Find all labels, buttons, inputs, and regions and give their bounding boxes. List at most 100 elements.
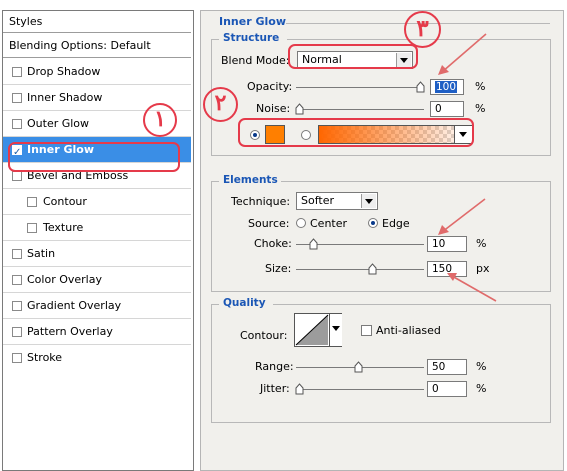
style-item-stroke[interactable]: Stroke <box>3 345 191 371</box>
inner-glow-panel: Inner Glow Structure Blend Mode: Normal … <box>200 10 564 471</box>
style-item-gradient-overlay[interactable]: Gradient Overlay <box>3 293 191 319</box>
range-input[interactable]: 50 <box>427 359 467 375</box>
choke-slider-knob[interactable] <box>309 238 318 250</box>
annotation-arrow-size <box>447 273 497 302</box>
anti-aliased-checkbox[interactable] <box>361 325 372 336</box>
technique-label: Technique: <box>231 195 291 208</box>
noise-unit: % <box>475 102 486 115</box>
style-item-label: Color Overlay <box>27 273 102 286</box>
elements-frame-left <box>211 181 212 291</box>
annotation-badge-2: ٢ <box>203 87 238 122</box>
contour-checkbox[interactable] <box>27 197 37 207</box>
style-item-label: Texture <box>43 221 84 234</box>
jitter-input[interactable]: 0 <box>427 381 467 397</box>
satin-checkbox[interactable] <box>12 249 22 259</box>
quality-title: Quality <box>223 297 266 309</box>
range-label: Range: <box>255 360 294 373</box>
opacity-slider-knob[interactable] <box>416 81 425 93</box>
jitter-unit: % <box>476 382 487 395</box>
style-item-pattern-overlay[interactable]: Pattern Overlay <box>3 319 191 345</box>
size-label: Size: <box>265 262 292 275</box>
style-item-label: Gradient Overlay <box>27 299 122 312</box>
contour-picker[interactable] <box>294 313 342 347</box>
style-item-label: Outer Glow <box>27 117 90 130</box>
jitter-value: 0 <box>432 383 439 395</box>
technique-value: Softer <box>301 194 334 207</box>
quality-frame-top-right <box>273 304 551 305</box>
source-edge-label: Edge <box>382 217 410 230</box>
blend-mode-label: Blend Mode: <box>221 54 290 67</box>
structure-title: Structure <box>223 32 280 44</box>
stroke-checkbox[interactable] <box>12 353 22 363</box>
noise-label: Noise: <box>256 102 291 115</box>
quality-frame-right <box>550 304 551 422</box>
technique-select[interactable]: Softer <box>296 192 378 210</box>
inner-glow-title: Inner Glow <box>219 15 286 28</box>
structure-frame-top-left <box>211 39 219 40</box>
annotation-highlight-blend-mode <box>288 44 418 69</box>
style-item-drop-shadow[interactable]: Drop Shadow <box>3 59 191 85</box>
chevron-down-icon <box>361 194 376 208</box>
blending-options-item[interactable]: Blending Options: Default <box>3 34 191 58</box>
elements-frame-bottom <box>211 291 551 292</box>
range-slider-knob[interactable] <box>354 361 363 373</box>
structure-frame-bottom <box>211 155 551 156</box>
elements-frame-top-right <box>281 181 551 182</box>
choke-label: Choke: <box>254 237 292 250</box>
jitter-slider-knob[interactable] <box>295 383 304 395</box>
annotation-arrow-opacity <box>438 33 487 75</box>
annotation-badge-1: ١ <box>143 103 177 137</box>
style-item-label: Contour <box>43 195 87 208</box>
opacity-unit: % <box>475 80 486 93</box>
anti-aliased-label: Anti-aliased <box>376 324 441 337</box>
styles-panel: Styles Blending Options: Default Drop Sh… <box>2 10 194 471</box>
gradient-overlay-checkbox[interactable] <box>12 301 22 311</box>
contour-curve-icon <box>295 314 329 346</box>
contour-dropdown-button[interactable] <box>329 314 342 346</box>
quality-frame-bottom <box>211 422 551 423</box>
range-unit: % <box>476 360 487 373</box>
annotation-highlight-color-row <box>238 118 474 147</box>
jitter-label: Jitter: <box>260 382 290 395</box>
style-item-label: Stroke <box>27 351 63 364</box>
inner-shadow-checkbox[interactable] <box>12 93 22 103</box>
source-center-label: Center <box>310 217 348 230</box>
contour-label: Contour: <box>240 329 288 342</box>
annotation-arrow-choke <box>438 198 486 235</box>
drop-shadow-checkbox[interactable] <box>12 67 22 77</box>
style-item-color-overlay[interactable]: Color Overlay <box>3 267 191 293</box>
color-overlay-checkbox[interactable] <box>12 275 22 285</box>
outer-glow-checkbox[interactable] <box>12 119 22 129</box>
texture-checkbox[interactable] <box>27 223 37 233</box>
opacity-slider[interactable] <box>296 87 424 88</box>
style-item-satin[interactable]: Satin <box>3 241 191 267</box>
style-item-label: Satin <box>27 247 56 260</box>
source-label: Source: <box>248 217 290 230</box>
opacity-value: 100 <box>435 81 458 93</box>
noise-value: 0 <box>435 103 442 115</box>
source-center-radio[interactable] <box>296 218 306 228</box>
opacity-input[interactable]: 100 <box>430 79 464 95</box>
annotation-highlight-inner-glow <box>8 142 180 172</box>
style-item-label: Inner Shadow <box>27 91 103 104</box>
noise-slider[interactable] <box>296 109 424 110</box>
quality-frame-top-left <box>211 304 219 305</box>
chevron-down-icon <box>332 326 340 331</box>
noise-input[interactable]: 0 <box>430 101 464 117</box>
range-value: 50 <box>432 361 446 373</box>
jitter-slider[interactable] <box>296 389 424 390</box>
style-item-label: Drop Shadow <box>27 65 101 78</box>
styles-header: Styles <box>3 11 191 33</box>
style-item-contour[interactable]: Contour <box>3 189 191 215</box>
pattern-overlay-checkbox[interactable] <box>12 327 22 337</box>
elements-frame-right <box>550 181 551 291</box>
noise-slider-knob[interactable] <box>295 103 304 115</box>
source-edge-radio[interactable] <box>368 218 378 228</box>
size-slider[interactable] <box>296 269 424 270</box>
style-item-texture[interactable]: Texture <box>3 215 191 241</box>
bevel-emboss-checkbox[interactable] <box>12 171 22 181</box>
size-slider-knob[interactable] <box>368 263 377 275</box>
opacity-label: Opacity: <box>247 80 293 93</box>
style-item-label: Pattern Overlay <box>27 325 113 338</box>
elements-frame-top-left <box>211 181 219 182</box>
